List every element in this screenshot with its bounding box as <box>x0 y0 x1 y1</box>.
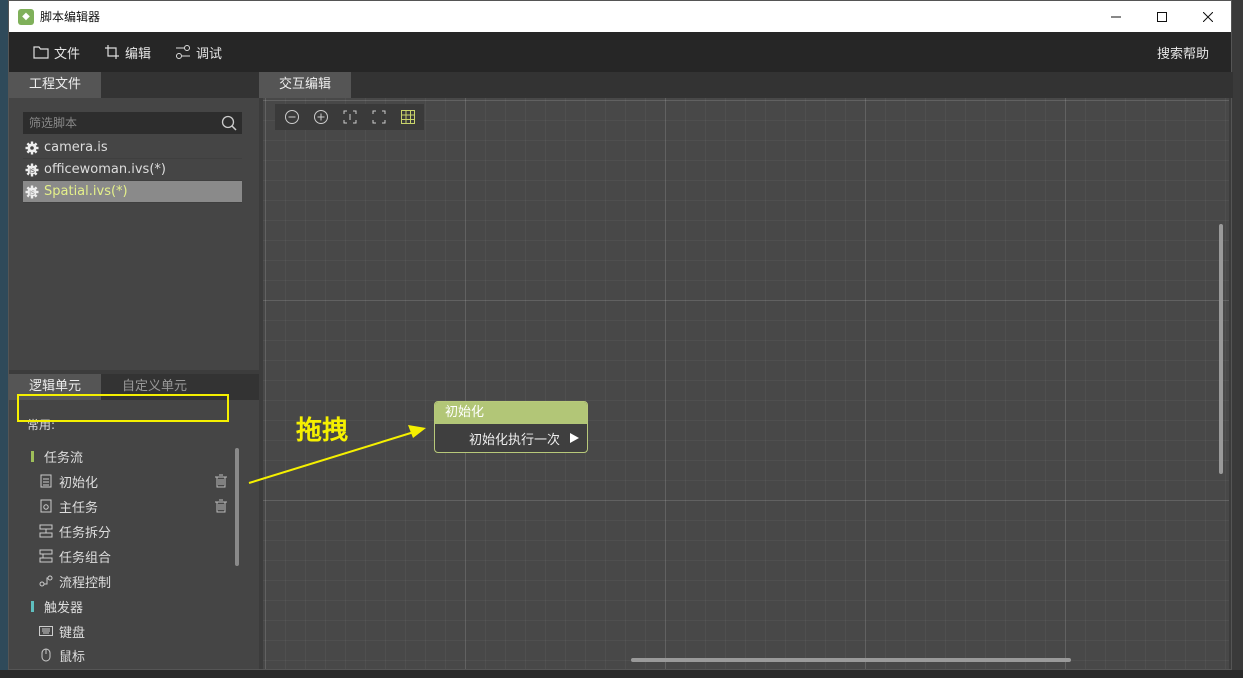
unit-label: 初始化 <box>59 475 99 491</box>
crop-icon <box>105 45 120 59</box>
script-editor-window: ◆ 脚本编辑器 文件 编辑 调试 搜索帮助 工程文件 筛选脚本 camera.i… <box>8 0 1233 670</box>
menu-file[interactable]: 文件 <box>33 43 80 62</box>
unit-label: 任务组合 <box>59 550 112 566</box>
menu-edit[interactable]: 编辑 <box>104 43 151 62</box>
drag-annotation-label: 拖拽 <box>296 416 349 446</box>
category-marker <box>31 600 34 612</box>
tab-project-files[interactable]: 工程文件 <box>9 72 102 98</box>
menu-bar: 文件 编辑 调试 搜索帮助 <box>9 32 1231 72</box>
logic-units-panel: 常用: 任务流 初始化 主任务 任务拆分 任务组合 流程控制 触发器 键盘 鼠标 <box>9 400 259 669</box>
minimize-icon <box>1111 16 1121 17</box>
category-marker <box>31 450 34 462</box>
unit-keyboard[interactable]: 键盘 <box>39 620 235 642</box>
unit-label: 键盘 <box>59 625 86 641</box>
category-triggers[interactable]: 触发器 <box>31 596 83 616</box>
editor-horizontal-scrollbar[interactable] <box>631 658 1071 662</box>
tab-interaction-editor[interactable]: 交互编辑 <box>259 72 352 98</box>
unit-main-task[interactable]: 主任务 <box>39 495 235 517</box>
menu-debug[interactable]: 调试 <box>175 43 222 62</box>
node-output-port[interactable]: 初始化执行一次 <box>435 424 587 452</box>
zoom-out-icon <box>285 110 299 124</box>
gear-js-icon: JS <box>25 163 39 177</box>
clipboard-icon <box>39 474 53 488</box>
trash-icon[interactable] <box>215 474 227 488</box>
filter-scripts-input[interactable]: 筛选脚本 <box>23 112 242 134</box>
search-icon[interactable] <box>221 115 237 131</box>
category-task-flow[interactable]: 任务流 <box>31 446 83 466</box>
file-name: camera.is <box>44 139 108 155</box>
gear-js-icon: JS <box>25 185 39 199</box>
play-arrow-icon <box>570 433 579 443</box>
folder-icon <box>33 46 49 59</box>
search-help-button[interactable]: 搜索帮助 <box>1157 43 1209 62</box>
window-title: 脚本编辑器 <box>40 10 101 24</box>
desktop-background-bottom <box>0 670 1243 678</box>
zoom-in-button[interactable] <box>308 105 334 129</box>
flow-icon <box>39 574 53 588</box>
interaction-editor-canvas[interactable]: 初始化 初始化执行一次 <box>263 98 1229 669</box>
task-icon <box>39 499 53 513</box>
trash-icon[interactable] <box>215 499 227 513</box>
unit-task-combine[interactable]: 任务组合 <box>39 545 235 567</box>
initialize-node[interactable]: 初始化 初始化执行一次 <box>434 401 588 453</box>
mouse-icon <box>39 648 53 662</box>
logic-panel-scrollbar[interactable] <box>235 448 239 566</box>
drag-source-highlight <box>17 394 229 422</box>
node-output-label: 初始化执行一次 <box>468 432 560 448</box>
window-controls <box>1093 1 1231 32</box>
desktop-background-right <box>1232 0 1243 678</box>
unit-label: 流程控制 <box>59 575 112 591</box>
grid-toggle-button[interactable] <box>395 105 421 129</box>
file-name: Spatial.ivs(*) <box>44 183 128 199</box>
category-label: 触发器 <box>44 600 84 616</box>
keyboard-icon <box>39 624 53 638</box>
app-logo-icon: ◆ <box>18 8 34 25</box>
unit-label: 任务拆分 <box>59 525 112 541</box>
maximize-button[interactable] <box>1139 1 1185 32</box>
zoom-in-icon <box>314 110 328 124</box>
file-item-officewoman[interactable]: JS officewoman.ivs(*) <box>23 159 242 181</box>
left-panel: 工程文件 筛选脚本 camera.is JS officewoman.ivs(*… <box>9 72 259 669</box>
unit-mouse[interactable]: 鼠标 <box>39 644 235 666</box>
fit-view-button[interactable] <box>337 105 363 129</box>
fit-icon <box>343 110 357 124</box>
editor-tab-strip: 交互编辑 <box>259 72 1233 98</box>
file-item-spatial[interactable]: JS Spatial.ivs(*) <box>23 181 242 203</box>
file-item-camera[interactable]: camera.is <box>23 137 242 159</box>
project-files-panel: 筛选脚本 camera.is JS officewoman.ivs(*) JS … <box>9 98 259 370</box>
svg-text:JS: JS <box>28 190 35 197</box>
editor-vertical-scrollbar[interactable] <box>1219 224 1223 474</box>
editor-toolbar <box>275 104 424 130</box>
unit-flow-control[interactable]: 流程控制 <box>39 570 235 592</box>
maximize-icon <box>1157 11 1167 22</box>
unit-label: 主任务 <box>59 500 99 516</box>
gear-icon <box>25 141 39 155</box>
debug-icon <box>176 45 191 59</box>
combine-icon <box>39 549 53 563</box>
file-name: officewoman.ivs(*) <box>44 161 166 177</box>
category-label: 任务流 <box>44 450 84 466</box>
split-icon <box>39 524 53 538</box>
unit-initialize[interactable]: 初始化 <box>39 470 235 492</box>
unit-task-split[interactable]: 任务拆分 <box>39 520 235 542</box>
filter-scripts-placeholder: 筛选脚本 <box>29 116 78 130</box>
svg-text:JS: JS <box>28 168 35 175</box>
menu-file-label: 文件 <box>54 46 81 62</box>
node-title: 初始化 <box>435 402 587 424</box>
project-tab-strip: 工程文件 <box>9 72 259 98</box>
close-icon <box>1203 11 1213 22</box>
fullscreen-icon <box>372 110 386 124</box>
menu-debug-label: 调试 <box>196 46 223 62</box>
title-bar: ◆ 脚本编辑器 <box>9 1 1231 32</box>
desktop-background-left <box>0 0 8 678</box>
fullscreen-button[interactable] <box>366 105 392 129</box>
close-button[interactable] <box>1185 1 1231 32</box>
menu-edit-label: 编辑 <box>125 46 152 62</box>
unit-label: 鼠标 <box>59 649 86 665</box>
zoom-out-button[interactable] <box>279 105 305 129</box>
grid-icon <box>401 110 415 124</box>
minimize-button[interactable] <box>1093 1 1139 32</box>
